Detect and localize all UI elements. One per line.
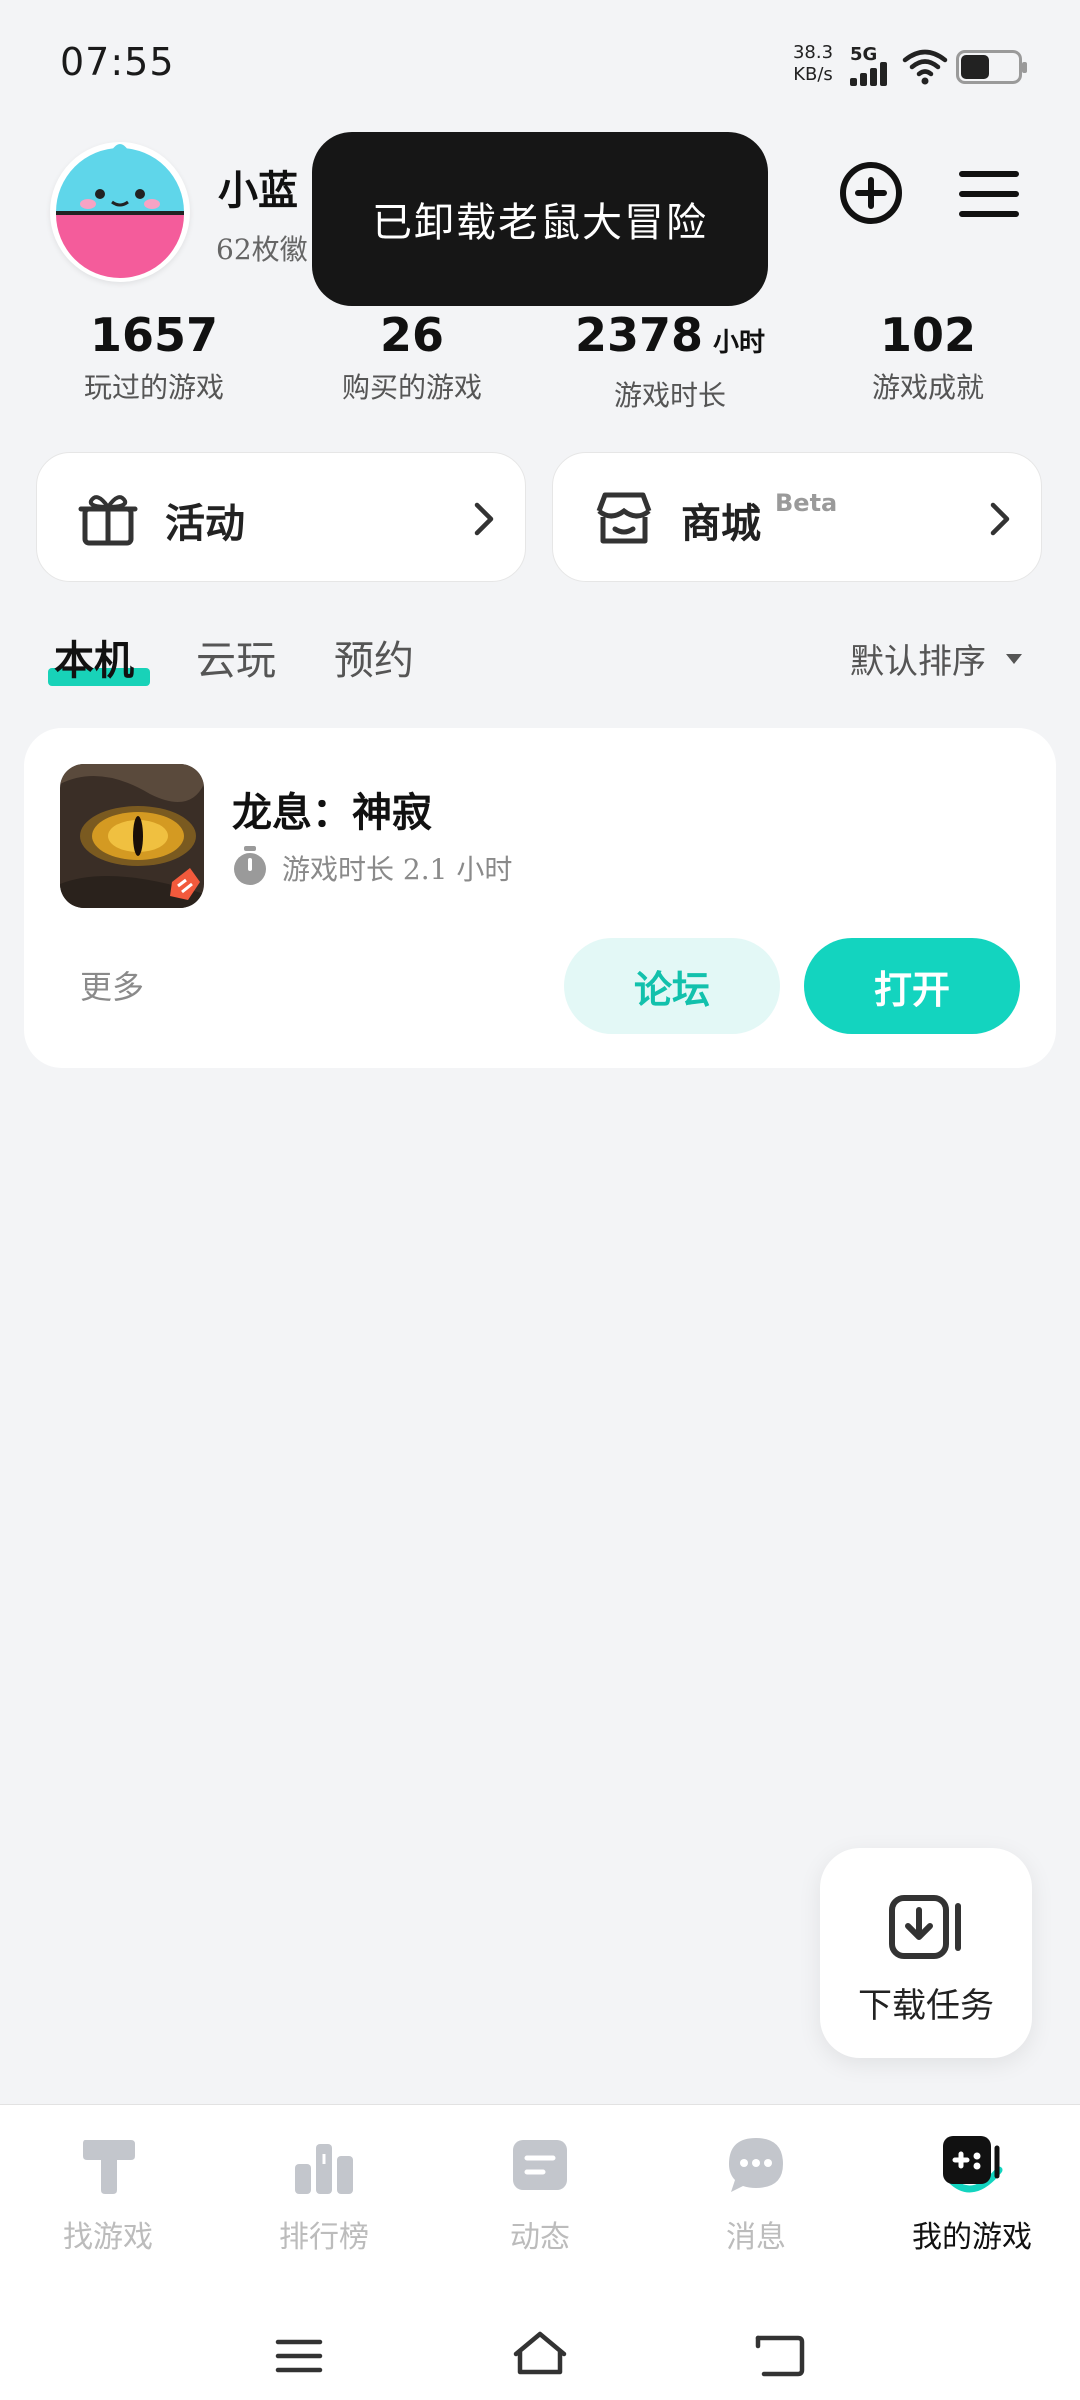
network-speed: 38.3 KB/s	[790, 42, 836, 86]
nav-find-games[interactable]: 找游戏	[0, 2130, 216, 2256]
download-tasks-label: 下载任务	[858, 1986, 994, 2026]
stat-achievements[interactable]: 102 游戏成就	[798, 308, 1058, 406]
nav-label: 排行榜	[279, 2220, 369, 2255]
stat-label: 玩过的游戏	[83, 371, 224, 404]
nav-ranking[interactable]: 排行榜	[216, 2130, 432, 2256]
stat-value: 2378	[574, 308, 703, 362]
badges-count[interactable]: 62枚徽	[216, 228, 308, 268]
download-tasks-button[interactable]: 下载任务	[820, 1848, 1032, 2058]
stat-value: 26	[379, 308, 444, 362]
feed-icon	[513, 2140, 567, 2190]
home-icon[interactable]	[510, 2328, 570, 2378]
back-icon[interactable]	[754, 2332, 806, 2378]
stat-value: 102	[879, 308, 977, 362]
timer-icon	[234, 846, 266, 885]
open-game-button[interactable]: 打开	[804, 938, 1020, 1034]
nav-label: 我的游戏	[912, 2220, 1032, 2255]
nav-my-games[interactable]: 我的游戏	[864, 2130, 1080, 2256]
avatar[interactable]	[50, 142, 190, 282]
network-speed-unit: KB/s	[793, 64, 833, 85]
stat-label: 购买的游戏	[341, 371, 482, 404]
network-speed-value: 38.3	[792, 42, 834, 63]
store-icon	[596, 492, 652, 544]
game-icon[interactable]	[60, 764, 204, 908]
forum-button[interactable]: 论坛	[564, 938, 780, 1034]
more-button[interactable]: 更多	[80, 962, 144, 1008]
ranking-icon	[295, 2144, 353, 2194]
stat-played[interactable]: 1657 玩过的游戏	[24, 308, 284, 406]
tab-cloud[interactable]: 云玩	[196, 628, 276, 686]
tab-local[interactable]: 本机	[54, 628, 134, 686]
activity-card[interactable]: 活动	[36, 452, 526, 582]
find-games-icon	[83, 2140, 135, 2194]
nav-feed[interactable]: 动态	[432, 2130, 648, 2256]
chevron-right-icon	[990, 502, 1010, 536]
store-card[interactable]: 商城 Beta	[552, 452, 1042, 582]
stat-label: 游戏成就	[871, 371, 984, 404]
stat-label: 游戏时长	[613, 379, 726, 412]
nav-messages[interactable]: 消息	[648, 2130, 864, 2256]
my-games-icon	[943, 2136, 1003, 2193]
dragon-eye-image	[60, 764, 204, 908]
add-circle-icon[interactable]	[838, 160, 904, 226]
nav-label: 动态	[510, 2220, 570, 2255]
stat-playtime[interactable]: 2378 小时 游戏时长	[540, 308, 800, 414]
activity-label: 活动	[165, 500, 245, 547]
game-playtime: 游戏时长 2.1 小时	[282, 853, 513, 886]
system-nav-bar	[0, 2294, 1080, 2400]
store-label: 商城	[681, 500, 761, 547]
battery-icon	[956, 50, 1027, 84]
menu-icon[interactable]	[958, 166, 1020, 222]
wifi-icon	[902, 49, 948, 85]
download-icon	[889, 1895, 961, 1959]
toast-message: 已卸载老鼠大冒险	[312, 132, 768, 306]
gift-icon	[78, 495, 138, 546]
status-time: 07:55	[60, 40, 175, 84]
beta-badge: Beta	[775, 489, 838, 517]
nav-label: 消息	[726, 2220, 786, 2255]
avatar-image	[54, 144, 186, 278]
signal-icon	[850, 62, 894, 86]
game-title: 龙息：神寂	[232, 789, 432, 836]
nav-label: 找游戏	[63, 2220, 153, 2255]
caret-down-icon	[1006, 654, 1022, 664]
stat-purchased[interactable]: 26 购买的游戏	[282, 308, 542, 406]
message-icon	[729, 2138, 783, 2192]
username: 小蓝	[218, 167, 298, 214]
tab-reserve[interactable]: 预约	[334, 628, 414, 686]
sort-dropdown[interactable]: 默认排序	[850, 634, 986, 683]
stat-value: 1657	[89, 308, 219, 362]
stat-unit: 小时	[713, 328, 766, 358]
chevron-right-icon	[474, 502, 494, 536]
recent-apps-icon[interactable]	[274, 2336, 324, 2376]
